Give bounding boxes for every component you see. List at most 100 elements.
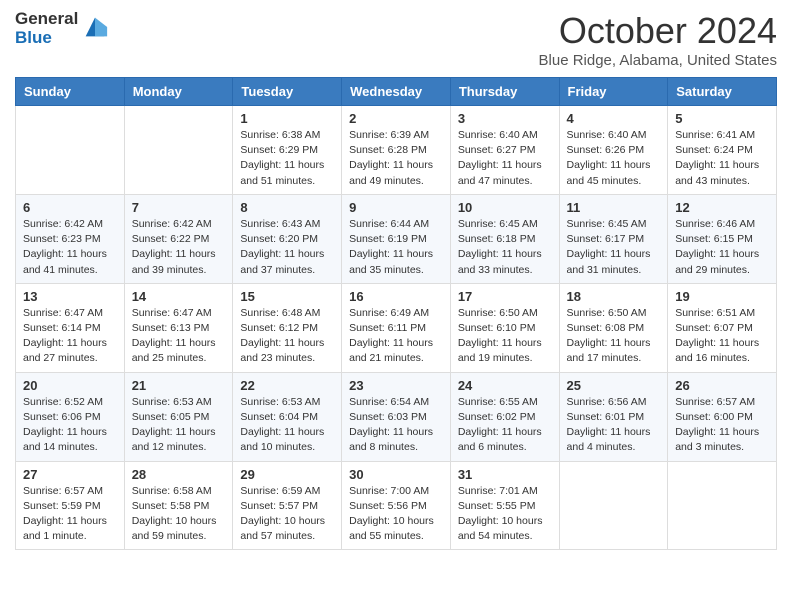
calendar-week-5: 27Sunrise: 6:57 AM Sunset: 5:59 PM Dayli… <box>16 461 777 550</box>
day-info: Sunrise: 7:00 AM Sunset: 5:56 PM Dayligh… <box>349 484 443 545</box>
day-info: Sunrise: 6:44 AM Sunset: 6:19 PM Dayligh… <box>349 217 443 278</box>
calendar-cell: 15 Sunrise: 6:48 AM Sunset: 6:12 PM Dayli… <box>233 283 342 372</box>
calendar-cell <box>559 461 668 550</box>
day-info: Sunrise: 6:42 AM Sunset: 6:23 PM Dayligh… <box>23 217 117 278</box>
day-number: 9 <box>349 200 443 215</box>
main-title: October 2024 <box>539 10 777 52</box>
day-number: 3 <box>458 111 552 126</box>
calendar-cell: 13 Sunrise: 6:47 AM Sunset: 6:14 PM Dayli… <box>16 283 125 372</box>
day-info: Sunrise: 6:42 AM Sunset: 6:22 PM Dayligh… <box>132 217 226 278</box>
calendar-cell: 6 Sunrise: 6:42 AM Sunset: 6:23 PM Daylig… <box>16 194 125 283</box>
calendar-cell: 23Sunrise: 6:54 AM Sunset: 6:03 PM Dayli… <box>342 372 451 461</box>
calendar-cell <box>16 106 125 195</box>
calendar-cell <box>124 106 233 195</box>
col-wednesday: Wednesday <box>342 78 451 106</box>
subtitle: Blue Ridge, Alabama, United States <box>539 52 777 69</box>
calendar-cell: 3 Sunrise: 6:40 AM Sunset: 6:27 PM Daylig… <box>450 106 559 195</box>
day-number: 23 <box>349 378 443 393</box>
calendar-cell: 30 Sunrise: 7:00 AM Sunset: 5:56 PM Dayli… <box>342 461 451 550</box>
day-number: 24 <box>458 378 552 393</box>
day-number: 26 <box>675 378 769 393</box>
day-number: 12 <box>675 200 769 215</box>
calendar-cell: 31Sunrise: 7:01 AM Sunset: 5:55 PM Dayli… <box>450 461 559 550</box>
day-number: 19 <box>675 289 769 304</box>
calendar-week-1: 1 Sunrise: 6:38 AM Sunset: 6:29 PM Daylig… <box>16 106 777 195</box>
calendar-cell: 4 Sunrise: 6:40 AM Sunset: 6:26 PM Daylig… <box>559 106 668 195</box>
day-info: Sunrise: 6:52 AM Sunset: 6:06 PM Dayligh… <box>23 395 117 456</box>
day-info: Sunrise: 6:53 AM Sunset: 6:05 PM Dayligh… <box>132 395 226 456</box>
day-info: Sunrise: 6:47 AM Sunset: 6:13 PM Dayligh… <box>132 306 226 367</box>
day-number: 29 <box>240 467 334 482</box>
calendar-cell: 27Sunrise: 6:57 AM Sunset: 5:59 PM Dayli… <box>16 461 125 550</box>
day-info: Sunrise: 6:40 AM Sunset: 6:26 PM Dayligh… <box>567 128 661 189</box>
day-number: 10 <box>458 200 552 215</box>
calendar-cell: 21Sunrise: 6:53 AM Sunset: 6:05 PM Dayli… <box>124 372 233 461</box>
day-info: Sunrise: 6:45 AM Sunset: 6:17 PM Dayligh… <box>567 217 661 278</box>
day-number: 20 <box>23 378 117 393</box>
col-friday: Friday <box>559 78 668 106</box>
calendar-cell: 29 Sunrise: 6:59 AM Sunset: 5:57 PM Dayli… <box>233 461 342 550</box>
col-thursday: Thursday <box>450 78 559 106</box>
calendar-cell: 28Sunrise: 6:58 AM Sunset: 5:58 PM Dayli… <box>124 461 233 550</box>
day-info: Sunrise: 6:45 AM Sunset: 6:18 PM Dayligh… <box>458 217 552 278</box>
logo-icon <box>81 13 109 41</box>
col-monday: Monday <box>124 78 233 106</box>
logo-text: General Blue <box>15 10 78 47</box>
calendar-header-row: Sunday Monday Tuesday Wednesday Thursday… <box>16 78 777 106</box>
day-info: Sunrise: 6:57 AM Sunset: 6:00 PM Dayligh… <box>675 395 769 456</box>
day-number: 6 <box>23 200 117 215</box>
day-number: 14 <box>132 289 226 304</box>
day-number: 1 <box>240 111 334 126</box>
day-info: Sunrise: 6:39 AM Sunset: 6:28 PM Dayligh… <box>349 128 443 189</box>
day-number: 4 <box>567 111 661 126</box>
day-info: Sunrise: 6:50 AM Sunset: 6:08 PM Dayligh… <box>567 306 661 367</box>
day-number: 15 <box>240 289 334 304</box>
day-number: 18 <box>567 289 661 304</box>
day-info: Sunrise: 6:53 AM Sunset: 6:04 PM Dayligh… <box>240 395 334 456</box>
calendar-cell <box>668 461 777 550</box>
calendar-week-3: 13 Sunrise: 6:47 AM Sunset: 6:14 PM Dayli… <box>16 283 777 372</box>
calendar-cell: 5 Sunrise: 6:41 AM Sunset: 6:24 PM Daylig… <box>668 106 777 195</box>
calendar-cell: 11Sunrise: 6:45 AM Sunset: 6:17 PM Dayli… <box>559 194 668 283</box>
calendar-cell: 10 Sunrise: 6:45 AM Sunset: 6:18 PM Dayli… <box>450 194 559 283</box>
calendar-cell: 22 Sunrise: 6:53 AM Sunset: 6:04 PM Dayli… <box>233 372 342 461</box>
col-saturday: Saturday <box>668 78 777 106</box>
day-number: 27 <box>23 467 117 482</box>
title-area: October 2024 Blue Ridge, Alabama, United… <box>539 10 777 69</box>
day-info: Sunrise: 6:43 AM Sunset: 6:20 PM Dayligh… <box>240 217 334 278</box>
calendar-cell: 24Sunrise: 6:55 AM Sunset: 6:02 PM Dayli… <box>450 372 559 461</box>
calendar-cell: 8Sunrise: 6:43 AM Sunset: 6:20 PM Daylig… <box>233 194 342 283</box>
day-number: 13 <box>23 289 117 304</box>
header: General Blue October 2024 Blue Ridge, Al… <box>15 10 777 69</box>
day-info: Sunrise: 6:48 AM Sunset: 6:12 PM Dayligh… <box>240 306 334 367</box>
calendar-cell: 2 Sunrise: 6:39 AM Sunset: 6:28 PM Daylig… <box>342 106 451 195</box>
day-number: 22 <box>240 378 334 393</box>
day-info: Sunrise: 6:38 AM Sunset: 6:29 PM Dayligh… <box>240 128 334 189</box>
day-info: Sunrise: 6:40 AM Sunset: 6:27 PM Dayligh… <box>458 128 552 189</box>
day-number: 30 <box>349 467 443 482</box>
calendar-week-2: 6 Sunrise: 6:42 AM Sunset: 6:23 PM Daylig… <box>16 194 777 283</box>
day-number: 2 <box>349 111 443 126</box>
day-info: Sunrise: 6:47 AM Sunset: 6:14 PM Dayligh… <box>23 306 117 367</box>
calendar-cell: 14 Sunrise: 6:47 AM Sunset: 6:13 PM Dayli… <box>124 283 233 372</box>
day-info: Sunrise: 7:01 AM Sunset: 5:55 PM Dayligh… <box>458 484 552 545</box>
day-info: Sunrise: 6:41 AM Sunset: 6:24 PM Dayligh… <box>675 128 769 189</box>
calendar-cell: 12Sunrise: 6:46 AM Sunset: 6:15 PM Dayli… <box>668 194 777 283</box>
calendar-cell: 7 Sunrise: 6:42 AM Sunset: 6:22 PM Daylig… <box>124 194 233 283</box>
calendar-page: General Blue October 2024 Blue Ridge, Al… <box>0 0 792 565</box>
calendar-cell: 19Sunrise: 6:51 AM Sunset: 6:07 PM Dayli… <box>668 283 777 372</box>
calendar-week-4: 20 Sunrise: 6:52 AM Sunset: 6:06 PM Dayli… <box>16 372 777 461</box>
day-number: 7 <box>132 200 226 215</box>
calendar-cell: 26 Sunrise: 6:57 AM Sunset: 6:00 PM Dayli… <box>668 372 777 461</box>
day-info: Sunrise: 6:59 AM Sunset: 5:57 PM Dayligh… <box>240 484 334 545</box>
day-number: 17 <box>458 289 552 304</box>
calendar-cell: 16 Sunrise: 6:49 AM Sunset: 6:11 PM Dayli… <box>342 283 451 372</box>
logo: General Blue <box>15 10 109 47</box>
day-number: 5 <box>675 111 769 126</box>
day-info: Sunrise: 6:58 AM Sunset: 5:58 PM Dayligh… <box>132 484 226 545</box>
day-number: 16 <box>349 289 443 304</box>
day-info: Sunrise: 6:49 AM Sunset: 6:11 PM Dayligh… <box>349 306 443 367</box>
calendar-cell: 17Sunrise: 6:50 AM Sunset: 6:10 PM Dayli… <box>450 283 559 372</box>
calendar-cell: 1 Sunrise: 6:38 AM Sunset: 6:29 PM Daylig… <box>233 106 342 195</box>
day-info: Sunrise: 6:56 AM Sunset: 6:01 PM Dayligh… <box>567 395 661 456</box>
